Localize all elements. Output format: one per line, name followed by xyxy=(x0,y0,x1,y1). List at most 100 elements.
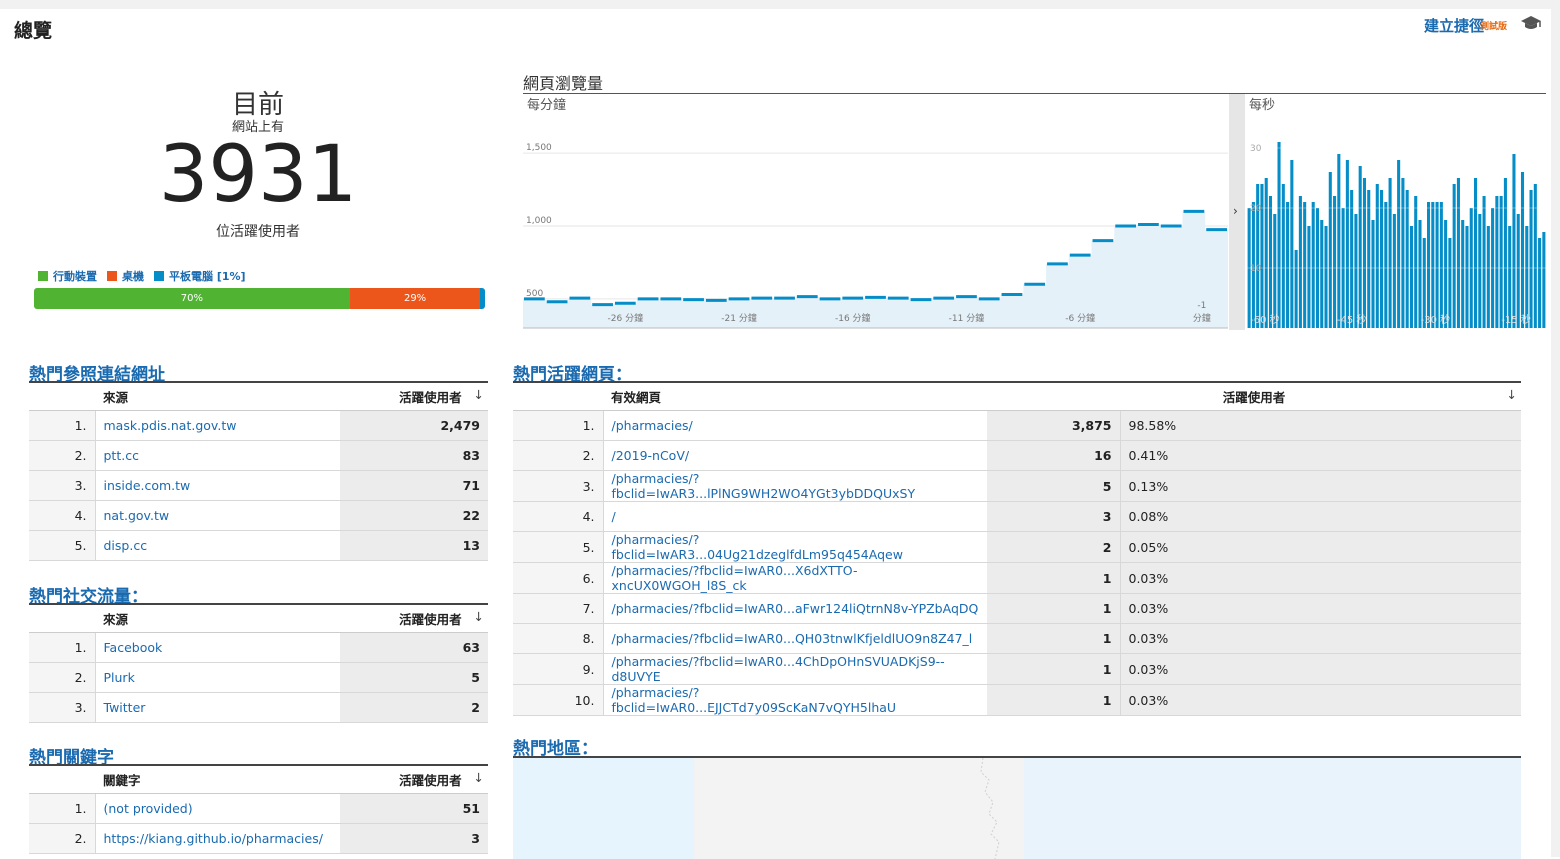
sort-down-icon[interactable]: ↓ xyxy=(462,387,485,402)
row-link[interactable]: nat.gov.tw xyxy=(94,500,340,531)
users-header[interactable]: 活躍使用者 ↓ xyxy=(340,382,488,411)
device-segment-0[interactable]: 70% xyxy=(34,288,350,309)
row-users: 71 xyxy=(340,470,488,501)
second-bar xyxy=(1478,214,1482,328)
sort-down-icon[interactable]: ↓ xyxy=(1507,387,1517,402)
device-legend: 行動裝置 桌機 平板電腦 [1%] xyxy=(38,268,246,284)
second-bar xyxy=(1431,202,1435,328)
minute-xtick-label: -1 xyxy=(1197,301,1206,311)
second-bar xyxy=(1362,178,1366,328)
sort-down-icon[interactable]: ↓ xyxy=(462,609,485,624)
keyword-header[interactable]: 關鍵字 xyxy=(95,765,340,794)
second-bar xyxy=(1439,202,1443,328)
second-bar xyxy=(1294,250,1298,328)
device-segment-1[interactable]: 29% xyxy=(349,288,481,309)
page-header[interactable]: 有效網頁 xyxy=(603,382,987,411)
row-link[interactable]: Twitter xyxy=(94,692,340,723)
row-page-link[interactable]: /pharmacies/ xyxy=(602,410,987,441)
row-rank: 9. xyxy=(513,653,603,685)
second-xtick-label: -15 秒 xyxy=(1501,313,1531,326)
table-row: 2./2019-nCoV/16 0.41% xyxy=(513,440,1521,471)
second-xtick-label: -45 秒 xyxy=(1337,313,1367,326)
row-link[interactable]: inside.com.tw xyxy=(94,470,340,501)
second-xtick-label: -60 秒 xyxy=(1250,313,1280,326)
source-header[interactable]: 來源 xyxy=(95,382,340,411)
second-bar xyxy=(1542,232,1546,328)
second-bar xyxy=(1538,238,1542,328)
row-users: 1 xyxy=(987,684,1120,716)
minute-xtick-label: 分鐘 xyxy=(1193,312,1211,324)
second-bar xyxy=(1495,196,1499,328)
row-link[interactable]: mask.pdis.nat.gov.tw xyxy=(94,410,340,441)
users-header[interactable]: 活躍使用者 ↓ xyxy=(987,382,1521,411)
table-row: 1. (not provided) 51 xyxy=(29,793,488,824)
minute-xtick-label: -6 分鐘 xyxy=(1065,312,1095,324)
row-rank: 1. xyxy=(513,410,603,441)
rank-header xyxy=(513,382,603,411)
table-row: 1. Facebook 63 xyxy=(29,632,488,663)
second-bar xyxy=(1525,226,1529,328)
row-rank: 2. xyxy=(29,662,95,693)
row-page-link[interactable]: /pharmacies/?fbclid=IwAR0...X6dXTTO-xncU… xyxy=(602,562,987,594)
second-bar xyxy=(1529,190,1533,328)
source-header[interactable]: 來源 xyxy=(95,604,340,633)
sort-down-icon[interactable]: ↓ xyxy=(462,770,485,785)
chevron-right-icon: › xyxy=(1233,204,1238,218)
row-percent: 0.41% xyxy=(1119,440,1521,471)
row-rank: 2. xyxy=(29,440,95,471)
table-row: 7./pharmacies/?fbclid=IwAR0...aFwr124liQ… xyxy=(513,593,1521,624)
row-percent: 98.58% xyxy=(1119,410,1521,441)
second-ytick-label: 20 xyxy=(1250,204,1262,214)
table-header-row: 來源 活躍使用者 ↓ xyxy=(29,382,488,411)
second-bar xyxy=(1320,220,1324,328)
row-link[interactable]: Facebook xyxy=(94,632,340,663)
top-strip xyxy=(0,0,1560,9)
row-users: 3,875 xyxy=(987,410,1120,441)
second-bar xyxy=(1473,178,1478,328)
row-rank: 5. xyxy=(29,530,95,561)
locations-map[interactable] xyxy=(513,756,1521,859)
legend-desktop: 桌機 xyxy=(107,268,144,284)
row-page-link[interactable]: / xyxy=(602,501,987,532)
table-header-row: 關鍵字 活躍使用者 ↓ xyxy=(29,765,488,794)
second-bar xyxy=(1277,142,1281,328)
row-page-link[interactable]: /pharmacies/?fbclid=IwAR3...lPlNG9WH2WO4… xyxy=(602,470,987,502)
row-page-link[interactable]: /pharmacies/?fbclid=IwAR0...QH03tnwlKfje… xyxy=(602,623,987,654)
beta-badge: 測試版 xyxy=(1480,22,1508,32)
row-link[interactable]: disp.cc xyxy=(94,530,340,561)
graduation-cap-icon[interactable] xyxy=(1520,14,1542,32)
device-segment-2[interactable] xyxy=(480,288,485,309)
users-header[interactable]: 活躍使用者 ↓ xyxy=(340,604,488,633)
row-page-link[interactable]: /2019-nCoV/ xyxy=(602,440,987,471)
page-title: 總覽 xyxy=(14,20,53,42)
create-shortcut-link[interactable]: 建立捷徑 xyxy=(1424,15,1484,36)
legend-mobile: 行動裝置 xyxy=(38,268,97,284)
row-page-link[interactable]: /pharmacies/?fbclid=IwAR3...04Ug21dzeglf… xyxy=(602,531,987,563)
row-percent: 0.03% xyxy=(1119,684,1521,716)
row-link[interactable]: (not provided) xyxy=(94,793,340,824)
row-page-link[interactable]: /pharmacies/?fbclid=IwAR0...4ChDpOHnSVUA… xyxy=(602,653,987,685)
right-scroll-edge xyxy=(1551,9,1560,857)
row-rank: 4. xyxy=(29,500,95,531)
second-bar xyxy=(1508,226,1512,328)
row-rank: 6. xyxy=(513,562,603,594)
rank-header xyxy=(29,382,95,411)
row-users: 13 xyxy=(340,530,488,561)
minute-xtick-label: -26 分鐘 xyxy=(608,312,644,324)
tablet-swatch xyxy=(154,271,164,281)
table-row: 6./pharmacies/?fbclid=IwAR0...X6dXTTO-xn… xyxy=(513,562,1521,594)
device-split-bar[interactable]: 70% 29% xyxy=(34,288,485,309)
row-users: 5 xyxy=(987,470,1120,502)
row-page-link[interactable]: /pharmacies/?fbclid=IwAR0...EJJCTd7y09Sc… xyxy=(602,684,987,716)
minute-xtick-label: -11 分鐘 xyxy=(949,312,985,324)
second-bar xyxy=(1503,178,1507,328)
row-page-link[interactable]: /pharmacies/?fbclid=IwAR0...aFwr124liQtr… xyxy=(602,593,987,624)
pageviews-chart[interactable]: 每分鐘1,5001,000500-26 分鐘 -21 分鐘 -16 分鐘 -11 分鐘… xyxy=(523,94,1546,330)
row-link[interactable]: ptt.cc xyxy=(94,440,340,471)
row-link[interactable]: Plurk xyxy=(94,662,340,693)
row-link[interactable]: https://kiang.github.io/pharmacies/ xyxy=(94,823,340,854)
users-header[interactable]: 活躍使用者 ↓ xyxy=(340,765,488,794)
rank-header xyxy=(29,765,95,794)
users-header-label: 活躍使用者 xyxy=(399,773,462,788)
row-users: 1 xyxy=(987,653,1120,685)
